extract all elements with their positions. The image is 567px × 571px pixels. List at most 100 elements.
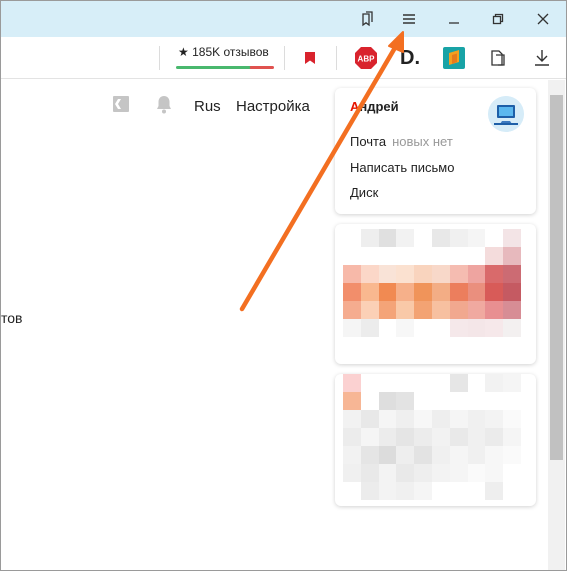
blur-pixel: [396, 247, 415, 265]
blur-pixel: [485, 446, 504, 464]
account-name[interactable]: Андрей: [350, 99, 399, 114]
blur-pixel: [431, 410, 450, 428]
collections-nav-icon[interactable]: [111, 94, 131, 119]
blur-pixel: [503, 392, 521, 410]
compose-link[interactable]: Написать письмо: [350, 160, 454, 175]
blur-pixel: [449, 265, 468, 283]
blur-pixel: [485, 229, 504, 247]
blur-pixel: [431, 482, 450, 500]
blur-pixel: [449, 337, 468, 355]
abp-label: ABP: [358, 55, 376, 64]
settings-link[interactable]: Настройка: [236, 98, 310, 115]
blur-pixel: [467, 283, 486, 301]
blur-pixel: [414, 265, 432, 283]
blur-pixel: [467, 446, 486, 464]
blur-pixel: [414, 247, 432, 265]
blur-pixel: [343, 482, 361, 500]
blur-pixel: [467, 428, 486, 446]
blur-pixel: [396, 428, 415, 446]
blur-pixel: [449, 410, 468, 428]
blurred-widget-card[interactable]: [335, 374, 536, 506]
blur-pixel: [343, 392, 361, 410]
toolbar-separator: [284, 46, 285, 70]
blur-pixel: [449, 428, 468, 446]
reviews-count: 185K отзывов: [192, 45, 269, 59]
blur-pixel: [503, 301, 521, 319]
blur-pixel: [467, 319, 486, 337]
blur-pixel: [485, 319, 504, 337]
blur-pixel: [503, 247, 521, 265]
menu-icon[interactable]: [387, 1, 431, 37]
blur-pixel: [343, 337, 361, 355]
blur-pixel: [378, 229, 397, 247]
blur-pixel: [343, 283, 361, 301]
blur-pixel: [396, 482, 415, 500]
reviews-label: ★ 185K отзывов: [178, 45, 269, 59]
blur-pixel: [396, 229, 415, 247]
toolbar-separator: [159, 46, 160, 70]
blur-pixel: [485, 265, 504, 283]
blur-pixel: [343, 410, 361, 428]
blur-pixel: [503, 319, 521, 337]
adblock-plus-icon[interactable]: ABP: [353, 45, 379, 71]
blur-pixel: [503, 283, 521, 301]
blur-pixel: [414, 410, 432, 428]
page-content: Rus Настройка тов Андрей Почта новых нет …: [1, 80, 566, 570]
blur-pixel: [485, 464, 504, 482]
blur-pixel: [360, 446, 379, 464]
blur-pixel: [396, 265, 415, 283]
blur-pixel: [449, 482, 468, 500]
restore-icon[interactable]: [476, 1, 520, 37]
bookmark-flag-icon[interactable]: [297, 45, 323, 71]
d-extension-icon[interactable]: D.: [397, 45, 423, 71]
blur-pixel: [467, 410, 486, 428]
blur-pixel: [485, 247, 504, 265]
blur-pixel: [378, 392, 397, 410]
disk-link[interactable]: Диск: [350, 185, 378, 200]
blur-pixel: [449, 301, 468, 319]
orange-extension-icon[interactable]: [441, 45, 467, 71]
download-icon[interactable]: [529, 45, 555, 71]
blur-pixel: [503, 428, 521, 446]
close-icon[interactable]: [521, 1, 565, 37]
blurred-content: [343, 374, 521, 500]
blur-pixel: [431, 247, 450, 265]
blur-pixel: [343, 265, 361, 283]
blur-pixel: [467, 392, 486, 410]
avatar[interactable]: [488, 96, 524, 132]
blur-pixel: [485, 428, 504, 446]
partial-text: тов: [1, 310, 23, 326]
blur-pixel: [396, 410, 415, 428]
bell-icon[interactable]: [155, 94, 173, 119]
blur-pixel: [378, 337, 397, 355]
blur-pixel: [414, 283, 432, 301]
blur-pixel: [360, 410, 379, 428]
blur-pixel: [467, 374, 486, 392]
bookmarks-icon[interactable]: [345, 1, 389, 37]
reviews-widget[interactable]: ★ 185K отзывов: [176, 44, 276, 72]
blur-pixel: [360, 301, 379, 319]
collections-icon[interactable]: [485, 45, 511, 71]
mail-link[interactable]: Почта новых нет: [350, 134, 453, 149]
blur-pixel: [396, 392, 415, 410]
blur-pixel: [431, 301, 450, 319]
minimize-icon[interactable]: [432, 1, 476, 37]
blur-pixel: [467, 337, 486, 355]
blur-pixel: [467, 265, 486, 283]
blur-pixel: [503, 337, 521, 355]
blur-pixel: [503, 265, 521, 283]
blur-pixel: [360, 247, 379, 265]
blur-pixel: [431, 392, 450, 410]
scrollbar-thumb[interactable]: [550, 95, 563, 460]
language-link[interactable]: Rus: [194, 98, 221, 115]
blur-pixel: [343, 301, 361, 319]
blur-pixel: [378, 247, 397, 265]
blur-pixel: [414, 446, 432, 464]
blur-pixel: [360, 428, 379, 446]
blurred-widget-card[interactable]: [335, 224, 536, 364]
blur-pixel: [360, 392, 379, 410]
blur-pixel: [485, 337, 504, 355]
blur-pixel: [396, 374, 415, 392]
blur-pixel: [343, 464, 361, 482]
blur-pixel: [414, 392, 432, 410]
